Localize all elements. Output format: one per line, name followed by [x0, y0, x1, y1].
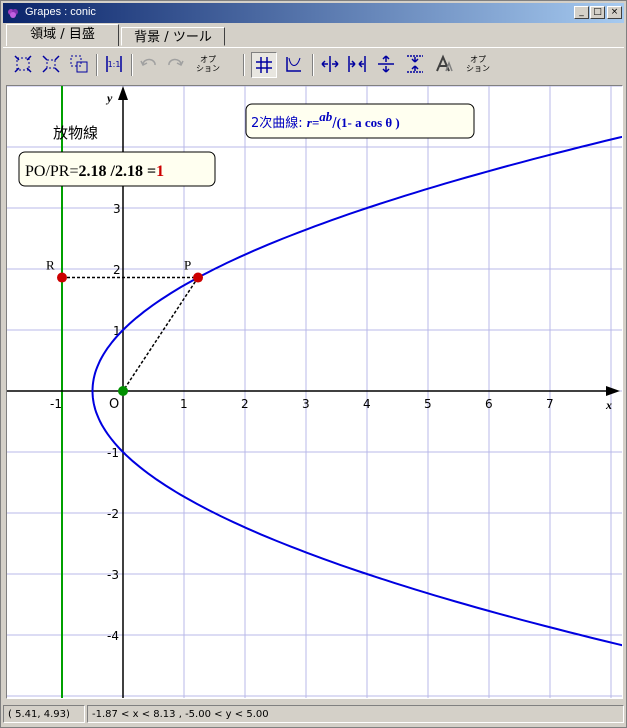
x-tick-label: 1	[180, 397, 188, 411]
close-button[interactable]: ×	[607, 6, 622, 19]
formula-box: 2次曲線: r=ab/(1- a cos θ )	[245, 103, 475, 139]
y-shrink-icon	[407, 55, 423, 73]
x-tick-label: 3	[302, 397, 310, 411]
point-r[interactable]	[57, 272, 67, 283]
axes-toggle-button[interactable]	[282, 52, 308, 78]
zoom-in-button[interactable]	[39, 52, 65, 78]
toolbar-separator	[243, 54, 245, 76]
zoom-fit-icon	[14, 55, 32, 73]
ratio-box: PO/PR=2.18/2.18 =1	[18, 151, 216, 187]
font-icon	[436, 54, 453, 72]
view-range: -1.87 < x < 8.13 , -5.00 < y < 5.00	[87, 705, 624, 723]
option-label: オプ ション	[196, 55, 220, 73]
y-axis-label: y	[105, 91, 113, 105]
tab-background-tools[interactable]: 背景 / ツール	[121, 27, 225, 46]
y-tick-label: -4	[107, 629, 119, 643]
title-bar[interactable]: Grapes : conic _ □ ×	[3, 3, 624, 23]
option-label: オプ ション	[466, 55, 490, 73]
tick-labels: -1 1 2 3 4 5 6 7321-1-2-3-4	[50, 202, 554, 643]
point-p[interactable]	[193, 272, 204, 283]
grapes-app-icon	[8, 9, 18, 18]
status-bar: ( 5.41, 4.93) -1.87 < x < 8.13 , -5.00 <…	[3, 703, 624, 725]
curve-name-label: 放物線	[53, 124, 98, 142]
y-tick-label: 3	[113, 202, 121, 216]
minimize-button[interactable]: _	[574, 6, 589, 19]
zoom-fit-button[interactable]	[11, 52, 37, 78]
tab-strip: 領域 / 目盛 背景 / ツール	[3, 24, 624, 47]
x-tick-label: 4	[363, 397, 371, 411]
origin-label: O	[109, 397, 119, 412]
y-tick-label: -1	[107, 446, 119, 460]
toolbar-separator	[312, 54, 314, 76]
grid-toggle-button[interactable]	[251, 52, 277, 78]
toolbar-separator	[96, 54, 98, 76]
redo-icon	[168, 58, 184, 67]
point-r-label: R	[46, 258, 55, 273]
x-tick-label: 6	[485, 397, 493, 411]
x-expand-icon	[321, 56, 339, 72]
aspect-ratio-button[interactable]: 1:1	[102, 52, 128, 78]
x-tick-label: 7	[546, 397, 554, 411]
grid-icon	[256, 57, 272, 73]
zoom-box-icon	[70, 55, 88, 73]
y-axis-arrow	[118, 86, 128, 100]
point-focus[interactable]	[118, 386, 128, 396]
point-p-label: P	[184, 258, 191, 273]
toolbar-separator	[131, 54, 133, 76]
cursor-coordinates: ( 5.41, 4.93)	[3, 705, 85, 723]
segment-po	[122, 277, 199, 392]
tab-range-scale[interactable]: 領域 / 目盛	[6, 24, 119, 46]
x-tick-label: 5	[424, 397, 432, 411]
x-tick-label: 2	[241, 397, 249, 411]
y-shrink-button[interactable]	[403, 52, 429, 78]
window-title: Grapes : conic	[25, 6, 96, 18]
x-tick-label: -1	[50, 397, 62, 411]
aspect-ratio-icon: 1:1	[106, 56, 122, 72]
graph-svg[interactable]: -1 1 2 3 4 5 6 7321-1-2-3-4 x y O R P 放物線 PO/PR…	[7, 86, 622, 698]
maximize-button[interactable]: □	[590, 6, 605, 19]
graph-canvas[interactable]: -1 1 2 3 4 5 6 7 3 2 1 -1 -2 -3 -4 x y O R P 放物線 PO/PR…	[6, 85, 623, 699]
y-expand-icon	[378, 55, 394, 73]
y-tick-label: -3	[107, 568, 119, 582]
undo-button[interactable]	[136, 52, 162, 78]
zoom-in-icon	[42, 55, 60, 73]
range-option-button[interactable]: オプ ション	[195, 52, 221, 78]
svg-text:1:1: 1:1	[108, 60, 121, 69]
x-expand-button[interactable]	[318, 52, 344, 78]
x-axis-label: x	[605, 398, 612, 412]
undo-icon	[140, 58, 156, 67]
font-size-button[interactable]	[432, 52, 458, 78]
y-tick-label: 2	[113, 263, 121, 277]
y-expand-button[interactable]	[374, 52, 400, 78]
app-window: Grapes : conic _ □ × 領域 / 目盛 背景 / ツール 1:…	[0, 0, 627, 728]
y-tick-label: -2	[107, 507, 119, 521]
x-axis-arrow	[606, 386, 620, 396]
x-shrink-icon	[348, 56, 366, 72]
redo-button[interactable]	[164, 52, 190, 78]
axes-icon	[286, 57, 301, 72]
toolbar: 1:1 オプ ション オプ ション	[3, 47, 624, 84]
scale-option-button[interactable]: オプ ション	[465, 52, 491, 78]
zoom-box-button[interactable]	[67, 52, 93, 78]
x-shrink-button[interactable]	[345, 52, 371, 78]
